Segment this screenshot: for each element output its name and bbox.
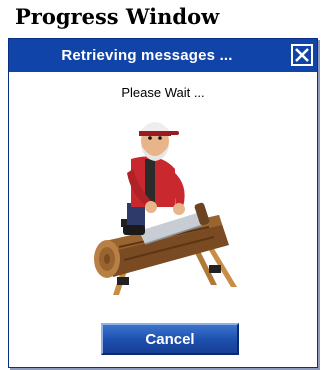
status-message: Please Wait ...: [121, 85, 205, 100]
progress-dialog: Retrieving messages ... Please Wait ...: [8, 38, 318, 368]
close-icon: [295, 48, 309, 62]
dialog-title: Retrieving messages ...: [61, 47, 233, 64]
lumberjack-sawing-illustration: [94, 122, 237, 295]
close-button[interactable]: [291, 44, 313, 66]
dialog-title-bar: Retrieving messages ...: [9, 39, 317, 72]
page-heading: Progress Window: [15, 4, 220, 29]
lumberjack: [123, 122, 185, 235]
cancel-button[interactable]: Cancel: [101, 323, 239, 355]
